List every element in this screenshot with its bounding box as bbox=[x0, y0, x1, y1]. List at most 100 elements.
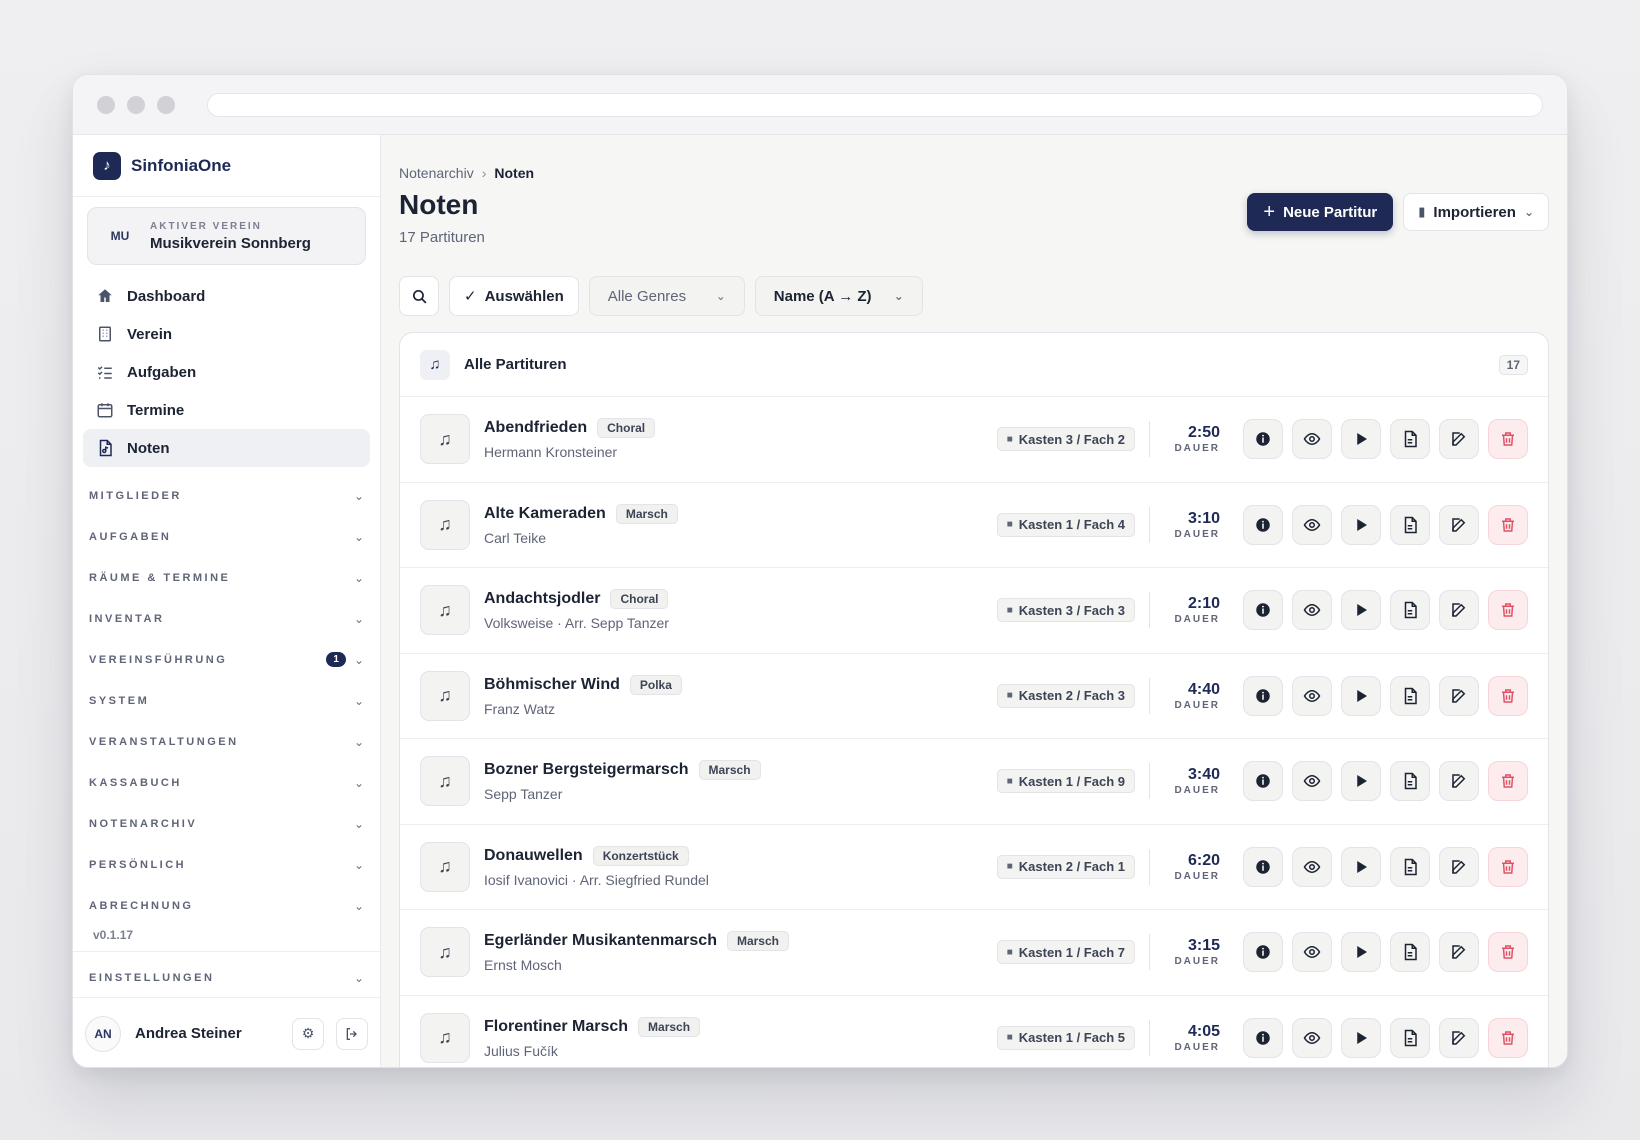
section-vereinsfuehrung[interactable]: VEREINSFÜHRUNG 1 ⌄ bbox=[73, 639, 380, 680]
score-count-badge: 17 bbox=[1498, 354, 1528, 375]
section-label: PERSÖNLICH bbox=[89, 858, 187, 871]
user-avatar[interactable]: AN bbox=[85, 1015, 121, 1052]
logout-icon bbox=[346, 1027, 357, 1040]
play-button[interactable] bbox=[1341, 761, 1381, 802]
play-button[interactable] bbox=[1341, 504, 1381, 545]
edit-button[interactable] bbox=[1439, 419, 1479, 460]
section-inventar[interactable]: INVENTAR ⌄ bbox=[73, 598, 380, 639]
delete-button[interactable] bbox=[1488, 1017, 1528, 1058]
pdf-button[interactable] bbox=[1390, 1017, 1430, 1058]
import-button[interactable]: ▮ Importieren ⌄ bbox=[1403, 193, 1549, 231]
nav-item-termine[interactable]: Termine bbox=[83, 391, 370, 429]
duration: 3:10 DAUER bbox=[1164, 510, 1220, 540]
pdf-button[interactable] bbox=[1390, 590, 1430, 631]
section-raeume-termine[interactable]: RÄUME & TERMINE ⌄ bbox=[73, 557, 380, 598]
nav-item-dashboard[interactable]: Dashboard bbox=[83, 277, 370, 315]
table-row[interactable]: ♫ Alte Kameraden Marsch Carl Teike ■ Kas… bbox=[400, 483, 1548, 568]
breadcrumb-parent[interactable]: Notenarchiv bbox=[399, 165, 474, 181]
edit-button[interactable] bbox=[1439, 504, 1479, 545]
edit-button[interactable] bbox=[1439, 1017, 1479, 1058]
play-button[interactable] bbox=[1341, 846, 1381, 887]
preview-button[interactable] bbox=[1292, 504, 1332, 545]
pdf-button[interactable] bbox=[1390, 675, 1430, 716]
play-button[interactable] bbox=[1341, 675, 1381, 716]
delete-button[interactable] bbox=[1488, 846, 1528, 887]
pdf-button[interactable] bbox=[1390, 504, 1430, 545]
info-button[interactable] bbox=[1243, 675, 1283, 716]
settings-button[interactable]: ⚙ bbox=[292, 1017, 324, 1050]
edit-button[interactable] bbox=[1439, 675, 1479, 716]
preview-button[interactable] bbox=[1292, 1017, 1332, 1058]
section-aufgaben[interactable]: AUFGABEN ⌄ bbox=[73, 516, 380, 557]
section-notenarchiv[interactable]: NOTENARCHIV ⌄ bbox=[73, 803, 380, 844]
genre-filter-select[interactable]: Alle Genres ⌄ bbox=[588, 276, 745, 316]
table-row[interactable]: ♫ Donauwellen Konzertstück Iosif Ivanovi… bbox=[400, 825, 1548, 910]
play-button[interactable] bbox=[1341, 932, 1381, 973]
play-button[interactable] bbox=[1341, 419, 1381, 460]
info-icon bbox=[1256, 432, 1270, 446]
info-button[interactable] bbox=[1243, 419, 1283, 460]
delete-button[interactable] bbox=[1488, 419, 1528, 460]
table-row[interactable]: ♫ Egerländer Musikantenmarsch Marsch Ern… bbox=[400, 910, 1548, 996]
preview-button[interactable] bbox=[1292, 932, 1332, 973]
edit-button[interactable] bbox=[1439, 590, 1479, 631]
score-title: Egerländer Musikantenmarsch bbox=[484, 932, 717, 950]
pdf-button[interactable] bbox=[1390, 932, 1430, 973]
delete-button[interactable] bbox=[1488, 761, 1528, 802]
delete-button[interactable] bbox=[1488, 932, 1528, 973]
pdf-button[interactable] bbox=[1390, 846, 1430, 887]
info-icon bbox=[1256, 603, 1270, 617]
info-button[interactable] bbox=[1243, 932, 1283, 973]
storage-location: ■ Kasten 1 / Fach 9 bbox=[996, 769, 1135, 794]
nav-item-aufgaben[interactable]: Aufgaben bbox=[83, 353, 370, 391]
info-button[interactable] bbox=[1243, 1017, 1283, 1058]
brand[interactable]: ♪ SinfoniaOne bbox=[73, 135, 380, 197]
preview-button[interactable] bbox=[1292, 675, 1332, 716]
table-row[interactable]: ♫ Abendfrieden Choral Hermann Kronsteine… bbox=[400, 397, 1548, 483]
table-row[interactable]: ♫ Bozner Bergsteigermarsch Marsch Sepp T… bbox=[400, 739, 1548, 825]
section-kassabuch[interactable]: KASSABUCH ⌄ bbox=[73, 762, 380, 803]
play-button[interactable] bbox=[1341, 1017, 1381, 1058]
section-veranstaltungen[interactable]: VERANSTALTUNGEN ⌄ bbox=[73, 721, 380, 762]
edit-button[interactable] bbox=[1439, 761, 1479, 802]
info-button[interactable] bbox=[1243, 504, 1283, 545]
search-button[interactable] bbox=[399, 276, 439, 316]
section-system[interactable]: SYSTEM ⌄ bbox=[73, 680, 380, 721]
table-row[interactable]: ♫ Florentiner Marsch Marsch Julius Fučík… bbox=[400, 996, 1548, 1068]
window-close-dot[interactable] bbox=[97, 95, 115, 114]
music-note-icon: ♫ bbox=[420, 414, 470, 465]
window-maximize-dot[interactable] bbox=[157, 95, 175, 114]
nav-item-noten[interactable]: Noten bbox=[83, 429, 370, 467]
edit-button[interactable] bbox=[1439, 846, 1479, 887]
nav-item-verein[interactable]: Verein bbox=[83, 315, 370, 353]
edit-button[interactable] bbox=[1439, 932, 1479, 973]
active-club-switcher[interactable]: MU AKTIVER VEREIN Musikverein Sonnberg bbox=[87, 207, 366, 265]
edit-icon bbox=[1452, 860, 1466, 874]
section-einstellungen[interactable]: EINSTELLUNGEN ⌄ bbox=[73, 951, 380, 991]
info-button[interactable] bbox=[1243, 761, 1283, 802]
delete-button[interactable] bbox=[1488, 504, 1528, 545]
logout-button[interactable] bbox=[336, 1017, 368, 1050]
info-button[interactable] bbox=[1243, 846, 1283, 887]
table-row[interactable]: ♫ Andachtsjodler Choral Volksweise · Arr… bbox=[400, 568, 1548, 654]
section-abrechnung[interactable]: ABRECHNUNG ⌄ bbox=[73, 885, 380, 926]
delete-button[interactable] bbox=[1488, 675, 1528, 716]
play-button[interactable] bbox=[1341, 590, 1381, 631]
select-mode-button[interactable]: ✓ Auswählen bbox=[449, 276, 579, 316]
address-bar[interactable] bbox=[207, 92, 1543, 117]
preview-button[interactable] bbox=[1292, 761, 1332, 802]
preview-button[interactable] bbox=[1292, 590, 1332, 631]
preview-button[interactable] bbox=[1292, 846, 1332, 887]
preview-button[interactable] bbox=[1292, 419, 1332, 460]
table-row[interactable]: ♫ Böhmischer Wind Polka Franz Watz ■ Kas… bbox=[400, 654, 1548, 739]
sort-select[interactable]: Name (A → Z) ⌄ bbox=[754, 276, 923, 316]
pdf-button[interactable] bbox=[1390, 761, 1430, 802]
browser-chrome bbox=[73, 75, 1567, 135]
section-mitglieder[interactable]: MITGLIEDER ⌄ bbox=[73, 475, 380, 516]
new-score-button[interactable]: + Neue Partitur bbox=[1247, 193, 1394, 231]
window-minimize-dot[interactable] bbox=[127, 95, 145, 114]
info-button[interactable] bbox=[1243, 590, 1283, 631]
pdf-button[interactable] bbox=[1390, 419, 1430, 460]
delete-button[interactable] bbox=[1488, 590, 1528, 631]
section-persoenlich[interactable]: PERSÖNLICH ⌄ bbox=[73, 844, 380, 885]
